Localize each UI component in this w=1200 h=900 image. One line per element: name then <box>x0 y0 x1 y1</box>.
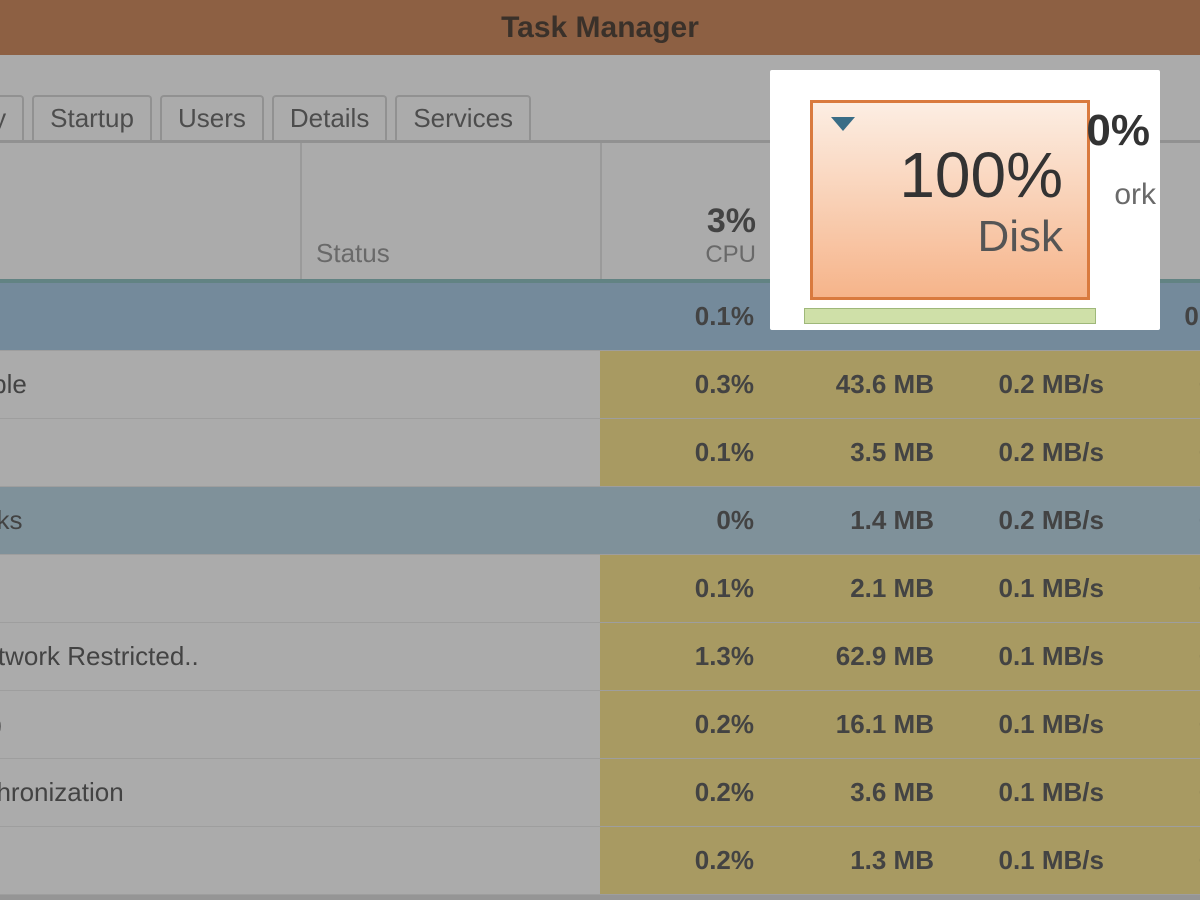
titlebar[interactable]: Task Manager – <box>0 0 1200 55</box>
process-network: 0 Mbp <box>1120 555 1200 622</box>
column-header-status[interactable]: Status <box>300 143 600 279</box>
process-disk: 0.1 MB/s <box>950 759 1120 826</box>
process-disk: 0.1 MB/s <box>950 691 1120 758</box>
process-name: Tasks <box>0 487 300 554</box>
cpu-usage-header-value: 3% <box>707 202 756 241</box>
process-status <box>300 487 600 554</box>
process-name: (14) <box>0 691 300 758</box>
column-header-name[interactable] <box>0 263 300 279</box>
disk-usage-header-label: Disk <box>977 212 1063 262</box>
disk-column-highlight-bar <box>804 308 1096 324</box>
process-status <box>300 623 600 690</box>
cpu-usage-header-label: CPU <box>705 241 756 269</box>
table-row[interactable]: or 0.2%1.3 MB0.1 MB/s0 Mbp <box>0 827 1200 895</box>
process-cpu: 0.1% <box>600 283 770 350</box>
disk-usage-header-value: 100% <box>899 138 1063 212</box>
process-cpu: 0.3% <box>600 351 770 418</box>
tab-history[interactable]: ory <box>0 95 24 140</box>
process-memory: 16.1 MB <box>770 691 950 758</box>
table-row[interactable]: 0.1%3.5 MB0.2 MB/s0 Mbp <box>0 419 1200 487</box>
process-name <box>0 419 300 486</box>
process-network: 0 Mbp <box>1120 487 1200 554</box>
process-network: 0 Mbp <box>1120 759 1200 826</box>
table-row[interactable]: Tasks 0%1.4 MB0.2 MB/s0 Mbp <box>0 487 1200 555</box>
process-disk: 0.2 MB/s <box>950 419 1120 486</box>
sort-arrow-icon <box>831 117 855 131</box>
process-cpu: 0.2% <box>600 691 770 758</box>
process-status <box>300 555 600 622</box>
process-network: 0 Mbp <box>1120 351 1200 418</box>
process-name: bit) <box>0 555 300 622</box>
process-status <box>300 419 600 486</box>
table-row[interactable]: utable 0.3%43.6 MB0.2 MB/s0 Mbp <box>0 351 1200 419</box>
network-usage-header-label-peek: ork <box>1114 178 1156 212</box>
process-memory: 2.1 MB <box>770 555 950 622</box>
process-cpu: 0.1% <box>600 419 770 486</box>
process-network: 0 Mbp <box>1120 827 1200 894</box>
process-name: or <box>0 827 300 894</box>
process-disk: 0.1 MB/s <box>950 623 1120 690</box>
window-title: Task Manager <box>501 11 699 45</box>
process-disk: 0.2 MB/s <box>950 487 1120 554</box>
process-cpu: 0.2% <box>600 827 770 894</box>
process-memory: 3.6 MB <box>770 759 950 826</box>
process-status <box>300 759 600 826</box>
process-disk: 0.2 MB/s <box>950 351 1120 418</box>
process-table: 0.1%0.1 MB2.3 MB/s0 Mbpsutable0.3%43.6 M… <box>0 283 1200 895</box>
process-network: 0 Mbp <box>1120 419 1200 486</box>
process-name: (Network Restricted.. <box>0 623 300 690</box>
process-network: 0 Mbp <box>1120 623 1200 690</box>
disk-header-callout: 100% Disk 0% ork <box>770 70 1160 330</box>
process-memory: 3.5 MB <box>770 419 950 486</box>
process-cpu: 0.1% <box>600 555 770 622</box>
process-memory: 43.6 MB <box>770 351 950 418</box>
table-row[interactable]: ynchronization 0.2%3.6 MB0.1 MB/s0 Mbp <box>0 759 1200 827</box>
process-network: 0 Mbp <box>1120 691 1200 758</box>
process-status <box>300 827 600 894</box>
process-status <box>300 351 600 418</box>
disk-header-cell[interactable]: 100% Disk <box>810 100 1090 300</box>
table-row[interactable]: (14) 0.2%16.1 MB0.1 MB/s0 Mbp <box>0 691 1200 759</box>
table-row[interactable]: (Network Restricted.. 1.3%62.9 MB0.1 MB/s… <box>0 623 1200 691</box>
column-header-cpu[interactable]: 3% CPU <box>600 143 770 279</box>
tab-details[interactable]: Details <box>272 95 387 140</box>
process-status <box>300 283 600 350</box>
process-cpu: 1.3% <box>600 623 770 690</box>
process-memory: 1.4 MB <box>770 487 950 554</box>
process-disk: 0.1 MB/s <box>950 555 1120 622</box>
process-memory: 62.9 MB <box>770 623 950 690</box>
process-memory: 1.3 MB <box>770 827 950 894</box>
process-name <box>0 283 300 350</box>
tab-services[interactable]: Services <box>395 95 531 140</box>
process-cpu: 0.2% <box>600 759 770 826</box>
table-row[interactable]: bit) 0.1%2.1 MB0.1 MB/s0 Mbp <box>0 555 1200 623</box>
process-name: utable <box>0 351 300 418</box>
tab-users[interactable]: Users <box>160 95 264 140</box>
process-name: ynchronization <box>0 759 300 826</box>
tab-startup[interactable]: Startup <box>32 95 152 140</box>
process-status <box>300 691 600 758</box>
process-disk: 0.1 MB/s <box>950 827 1120 894</box>
network-usage-header-value-peek: 0% <box>1086 106 1150 156</box>
process-cpu: 0% <box>600 487 770 554</box>
